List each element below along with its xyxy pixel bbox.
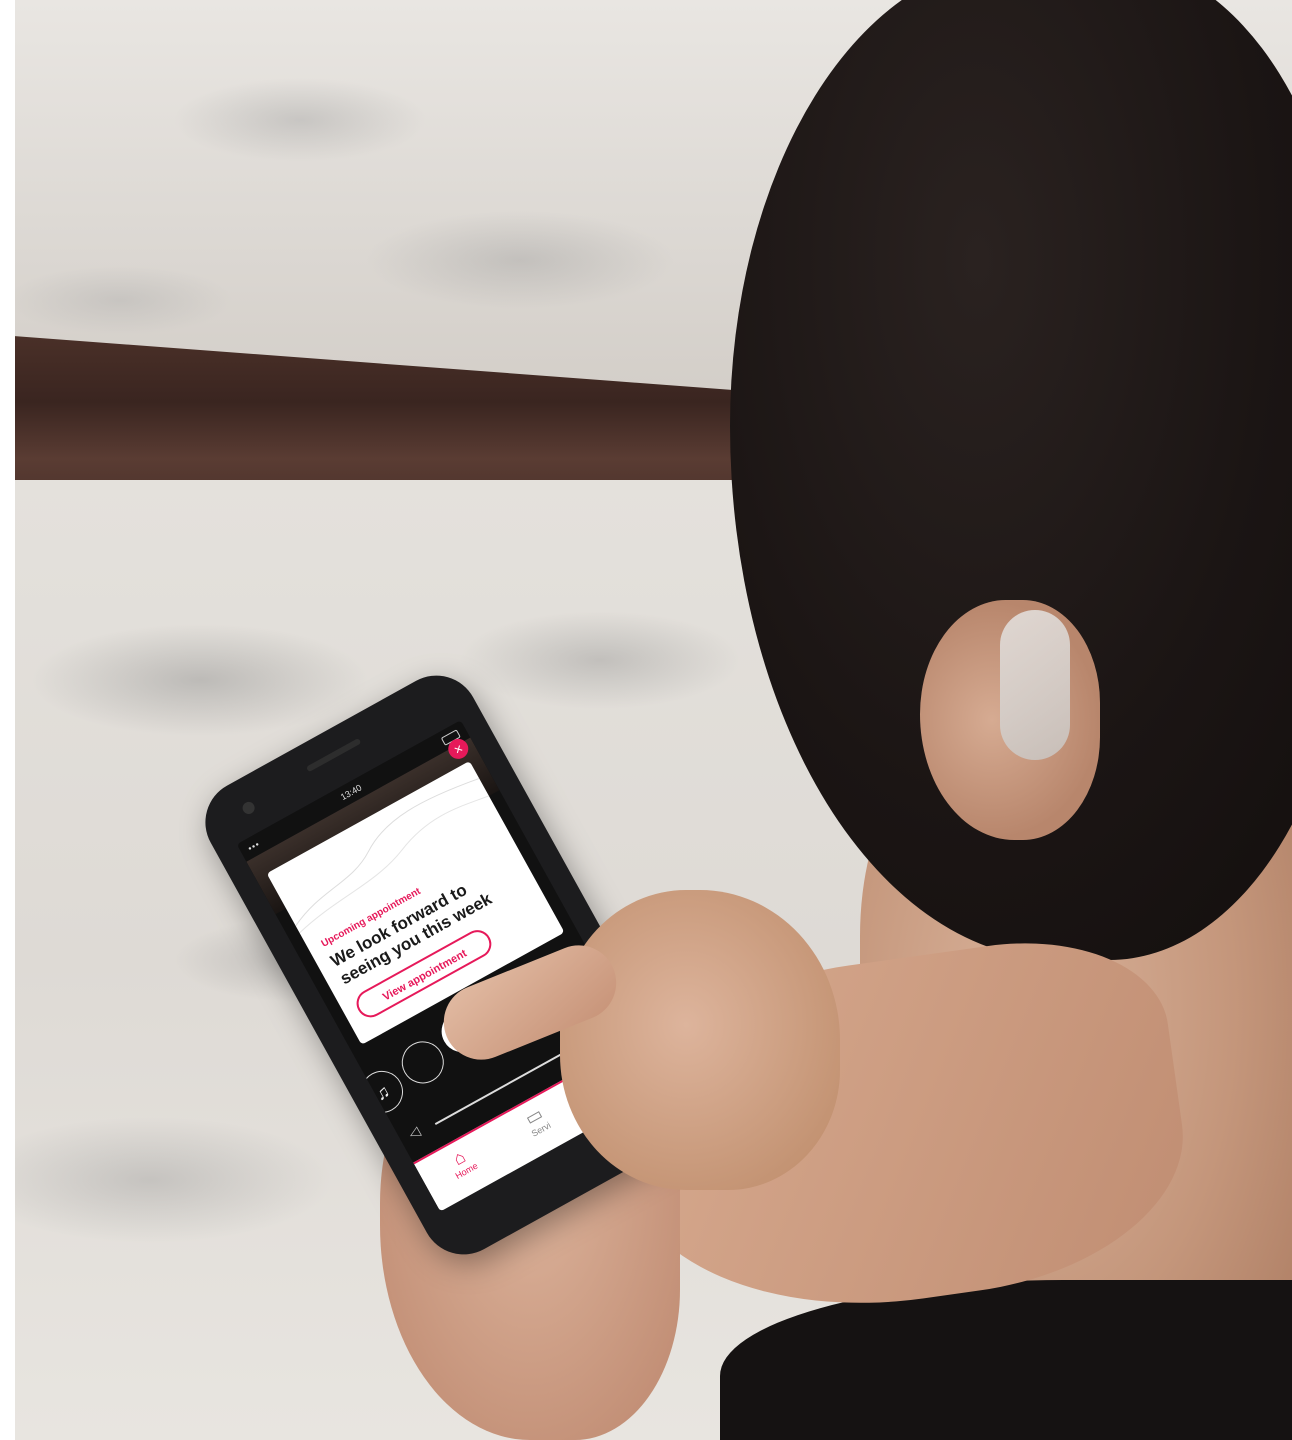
- photo-scene: ••• 13:40 × Upcoming appointment We look…: [0, 0, 1292, 1440]
- earpiece-speaker: [305, 737, 362, 773]
- signal-icon: •••: [246, 838, 262, 854]
- front-camera: [240, 799, 257, 817]
- right-hand: [560, 890, 840, 1190]
- music-note-icon[interactable]: ♫: [353, 1063, 411, 1121]
- left-margin: [0, 0, 15, 1440]
- hearing-aid: [1000, 610, 1070, 760]
- speaker-icon: ◁: [405, 1122, 423, 1143]
- circle-icon[interactable]: [394, 1033, 452, 1091]
